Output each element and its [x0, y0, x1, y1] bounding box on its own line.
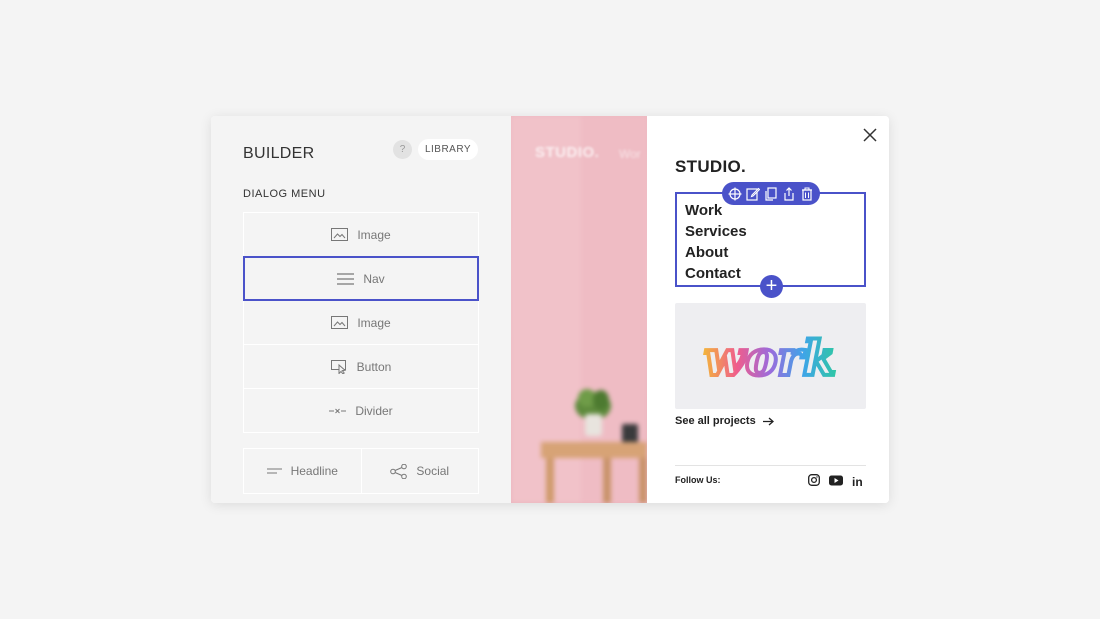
image-icon [331, 316, 349, 329]
block-image[interactable]: Image [243, 212, 479, 257]
edit-icon[interactable] [746, 187, 761, 201]
block-list: Image Nav Image Button Divider [243, 212, 479, 433]
instagram-icon[interactable] [808, 473, 820, 491]
block-label: Image [357, 227, 391, 242]
help-button[interactable]: ? [393, 140, 412, 159]
share-icon[interactable] [782, 186, 796, 201]
work-lettering: work [702, 329, 838, 389]
block-social[interactable]: Social [361, 448, 479, 494]
block-label: Button [356, 359, 392, 374]
photo-nav-text: Wor [619, 147, 641, 161]
footer-divider [675, 465, 866, 466]
see-all-projects-link[interactable]: See all projects [675, 415, 774, 427]
duplicate-icon[interactable] [764, 186, 778, 201]
section-label: DIALOG MENU [243, 188, 326, 200]
follow-label: Follow Us: [675, 475, 721, 485]
builder-panel: BUILDER ? LIBRARY DIALOG MENU Image Nav … [211, 116, 511, 503]
cursor-click-icon [330, 359, 346, 374]
svg-text:work: work [704, 331, 836, 387]
arrow-right-icon [762, 417, 774, 425]
close-icon[interactable] [863, 128, 877, 142]
block-nav[interactable]: Nav [243, 256, 479, 301]
nav-link-services[interactable]: Services [685, 221, 747, 242]
add-element-button[interactable]: + [760, 275, 783, 298]
move-icon[interactable] [728, 187, 742, 201]
block-divider[interactable]: Divider [243, 388, 479, 433]
nav-link-about[interactable]: About [685, 242, 747, 263]
work-image: work [675, 303, 866, 409]
block-label: Headline [290, 464, 338, 478]
mobile-preview: STUDIO. Work Services About Contact + wo… [647, 116, 889, 503]
background-photo: STUDIO. Wor [511, 116, 647, 503]
nav-links: Work Services About Contact [685, 200, 747, 284]
builder-dialog: BUILDER ? LIBRARY DIALOG MENU Image Nav … [211, 116, 889, 503]
headline-icon [266, 468, 282, 474]
see-all-label: See all projects [675, 415, 756, 427]
image-icon [331, 228, 349, 241]
youtube-icon[interactable] [829, 473, 843, 491]
element-toolbar [722, 182, 820, 205]
share-icon [390, 463, 408, 479]
block-label: Social [416, 464, 450, 478]
delete-icon[interactable] [800, 187, 814, 201]
block-label: Image [357, 315, 391, 330]
block-image[interactable]: Image [243, 300, 479, 345]
divider-icon [329, 408, 347, 413]
social-links: in [808, 473, 863, 491]
block-headline[interactable]: Headline [243, 448, 362, 494]
block-pair: Headline Social [243, 448, 479, 494]
menu-icon [337, 272, 355, 285]
photo-brand: STUDIO. [535, 144, 600, 161]
nav-link-contact[interactable]: Contact [685, 263, 747, 284]
block-label: Nav [363, 271, 385, 286]
block-button[interactable]: Button [243, 344, 479, 389]
photo-scene [511, 116, 647, 503]
builder-title: BUILDER [243, 145, 315, 162]
preview-logo: STUDIO. [675, 157, 747, 176]
library-button[interactable]: LIBRARY [418, 139, 478, 160]
block-label: Divider [355, 403, 393, 418]
linkedin-icon[interactable]: in [852, 475, 863, 489]
